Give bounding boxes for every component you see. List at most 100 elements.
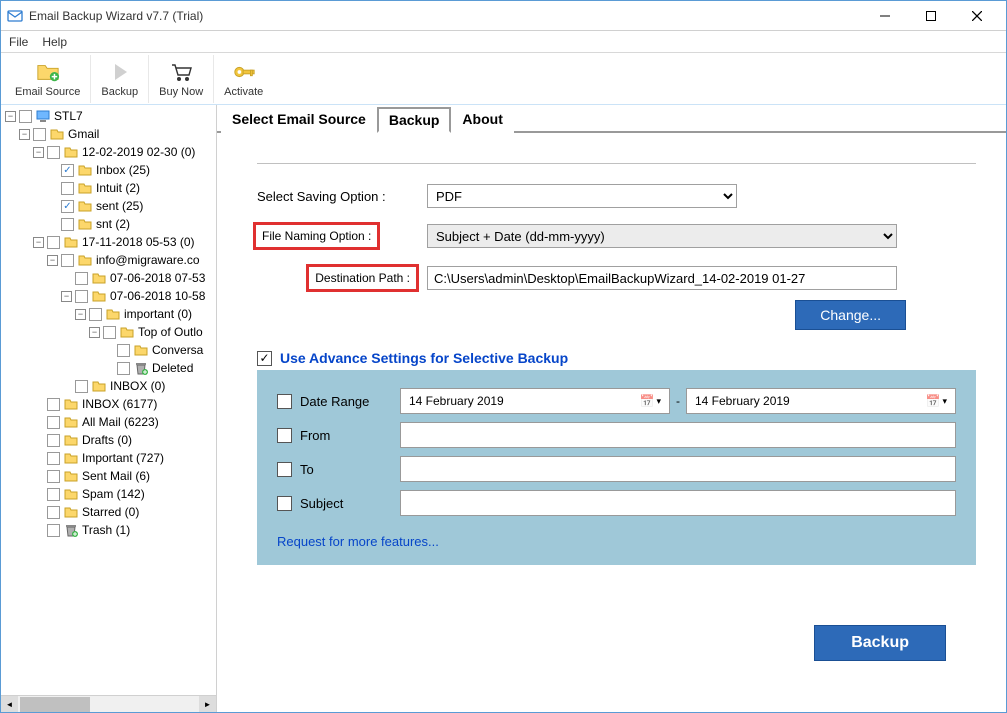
tree-checkbox[interactable] [75,290,88,303]
tree-checkbox[interactable] [117,362,130,375]
tree-node[interactable]: INBOX (0) [1,377,216,395]
tree-node[interactable]: ✓ sent (25) [1,197,216,215]
date-range-checkbox[interactable] [277,394,292,409]
tree-checkbox[interactable] [47,434,60,447]
tree-label: Trash (1) [82,523,130,537]
tree-checkbox[interactable] [103,326,116,339]
tree-checkbox[interactable] [47,398,60,411]
from-checkbox[interactable] [277,428,292,443]
to-checkbox[interactable] [277,462,292,477]
tree-node[interactable]: snt (2) [1,215,216,233]
tree-checkbox[interactable] [47,452,60,465]
maximize-button[interactable] [908,1,954,31]
tree-node[interactable]: ✓Inbox (25) [1,161,216,179]
tool-buy-now[interactable]: Buy Now [149,55,214,103]
tree-checkbox[interactable] [61,254,74,267]
tree-node[interactable]: Important (727) [1,449,216,467]
advance-toggle-checkbox[interactable]: ✓ [257,351,272,366]
tree-node[interactable]: Starred (0) [1,503,216,521]
tree-checkbox[interactable] [47,146,60,159]
file-naming-select[interactable]: Subject + Date (dd-mm-yyyy) [427,224,897,248]
tree-node[interactable]: Drafts (0) [1,431,216,449]
menu-help[interactable]: Help [42,35,67,49]
tab-select-source[interactable]: Select Email Source [221,107,377,133]
saving-option-select[interactable]: PDF [427,184,737,208]
advance-title: Use Advance Settings for Selective Backu… [280,350,568,366]
tree-node[interactable]: Deleted [1,359,216,377]
request-features-link[interactable]: Request for more features... [277,534,439,549]
tree-checkbox[interactable] [47,416,60,429]
tool-buy-now-label: Buy Now [159,86,203,98]
subject-checkbox[interactable] [277,496,292,511]
toolbar: Email Source Backup Buy Now Activate [1,53,1006,105]
tool-backup[interactable]: Backup [91,55,149,103]
tree-checkbox[interactable] [47,236,60,249]
destination-path-input[interactable] [427,266,897,290]
tree-node[interactable]: All Mail (6223) [1,413,216,431]
expand-toggle[interactable]: − [5,111,16,122]
tree-checkbox[interactable] [75,380,88,393]
tree-label: sent (25) [96,199,143,213]
tree-checkbox[interactable] [19,110,32,123]
tree-checkbox[interactable] [47,506,60,519]
tree-checkbox[interactable] [47,524,60,537]
tree-node[interactable]: Spam (142) [1,485,216,503]
tree-checkbox[interactable] [47,470,60,483]
tree-node[interactable]: Sent Mail (6) [1,467,216,485]
date-from-picker[interactable]: 14 February 2019📅▾ [400,388,670,414]
tree-node[interactable]: −Gmail [1,125,216,143]
expand-toggle[interactable]: − [89,327,100,338]
folder-icon [63,234,79,250]
tree-node[interactable]: −important (0) [1,305,216,323]
menubar: File Help [1,31,1006,53]
tree-checkbox[interactable] [61,182,74,195]
tree-checkbox[interactable] [61,218,74,231]
tree-label: 17-11-2018 05-53 (0) [82,235,195,249]
folder-icon [77,180,93,196]
change-button[interactable]: Change... [795,300,906,330]
tree-checkbox[interactable]: ✓ [61,164,74,177]
from-input[interactable] [400,422,956,448]
backup-button[interactable]: Backup [814,625,946,661]
tool-email-source[interactable]: Email Source [5,55,91,103]
horizontal-scrollbar[interactable]: ◄► [1,695,216,712]
file-naming-label: File Naming Option : [257,222,427,250]
to-input[interactable] [400,456,956,482]
tree-checkbox[interactable] [117,344,130,357]
tree-node[interactable]: −info@migraware.co [1,251,216,269]
tree-node[interactable]: Trash (1) [1,521,216,539]
tree-checkbox[interactable] [75,272,88,285]
tree-node[interactable]: − 17-11-2018 05-53 (0) [1,233,216,251]
expand-toggle[interactable]: − [75,309,86,320]
tree-node[interactable]: −STL7 [1,107,216,125]
close-button[interactable] [954,1,1000,31]
tree-node[interactable]: −07-06-2018 10-58 [1,287,216,305]
tree-checkbox[interactable]: ✓ [61,200,74,213]
tool-activate[interactable]: Activate [214,55,273,103]
tree-node[interactable]: − Top of Outlo [1,323,216,341]
tree-checkbox[interactable] [33,128,46,141]
tab-about[interactable]: About [451,107,513,133]
folder-icon [105,306,121,322]
tree-label: Top of Outlo [138,325,203,339]
tree-node[interactable]: INBOX (6177) [1,395,216,413]
tree-node[interactable]: −12-02-2019 02-30 (0) [1,143,216,161]
subject-input[interactable] [400,490,956,516]
app-icon [7,8,23,24]
expand-toggle[interactable]: − [33,237,44,248]
tree-node[interactable]: Intuit (2) [1,179,216,197]
tab-bar: Select Email Source Backup About [217,105,1006,133]
date-to-picker[interactable]: 14 February 2019📅▾ [686,388,956,414]
tree-checkbox[interactable] [89,308,102,321]
expand-toggle[interactable]: − [19,129,30,140]
tab-backup[interactable]: Backup [377,107,452,133]
tree-checkbox[interactable] [47,488,60,501]
expand-toggle[interactable]: − [33,147,44,158]
expand-toggle[interactable]: − [47,255,58,266]
tree-node[interactable]: 07-06-2018 07-53 [1,269,216,287]
tree-pane[interactable]: −STL7−Gmail−12-02-2019 02-30 (0)✓Inbox (… [1,105,217,712]
menu-file[interactable]: File [9,35,28,49]
tree-node[interactable]: Conversa [1,341,216,359]
minimize-button[interactable] [862,1,908,31]
expand-toggle[interactable]: − [61,291,72,302]
